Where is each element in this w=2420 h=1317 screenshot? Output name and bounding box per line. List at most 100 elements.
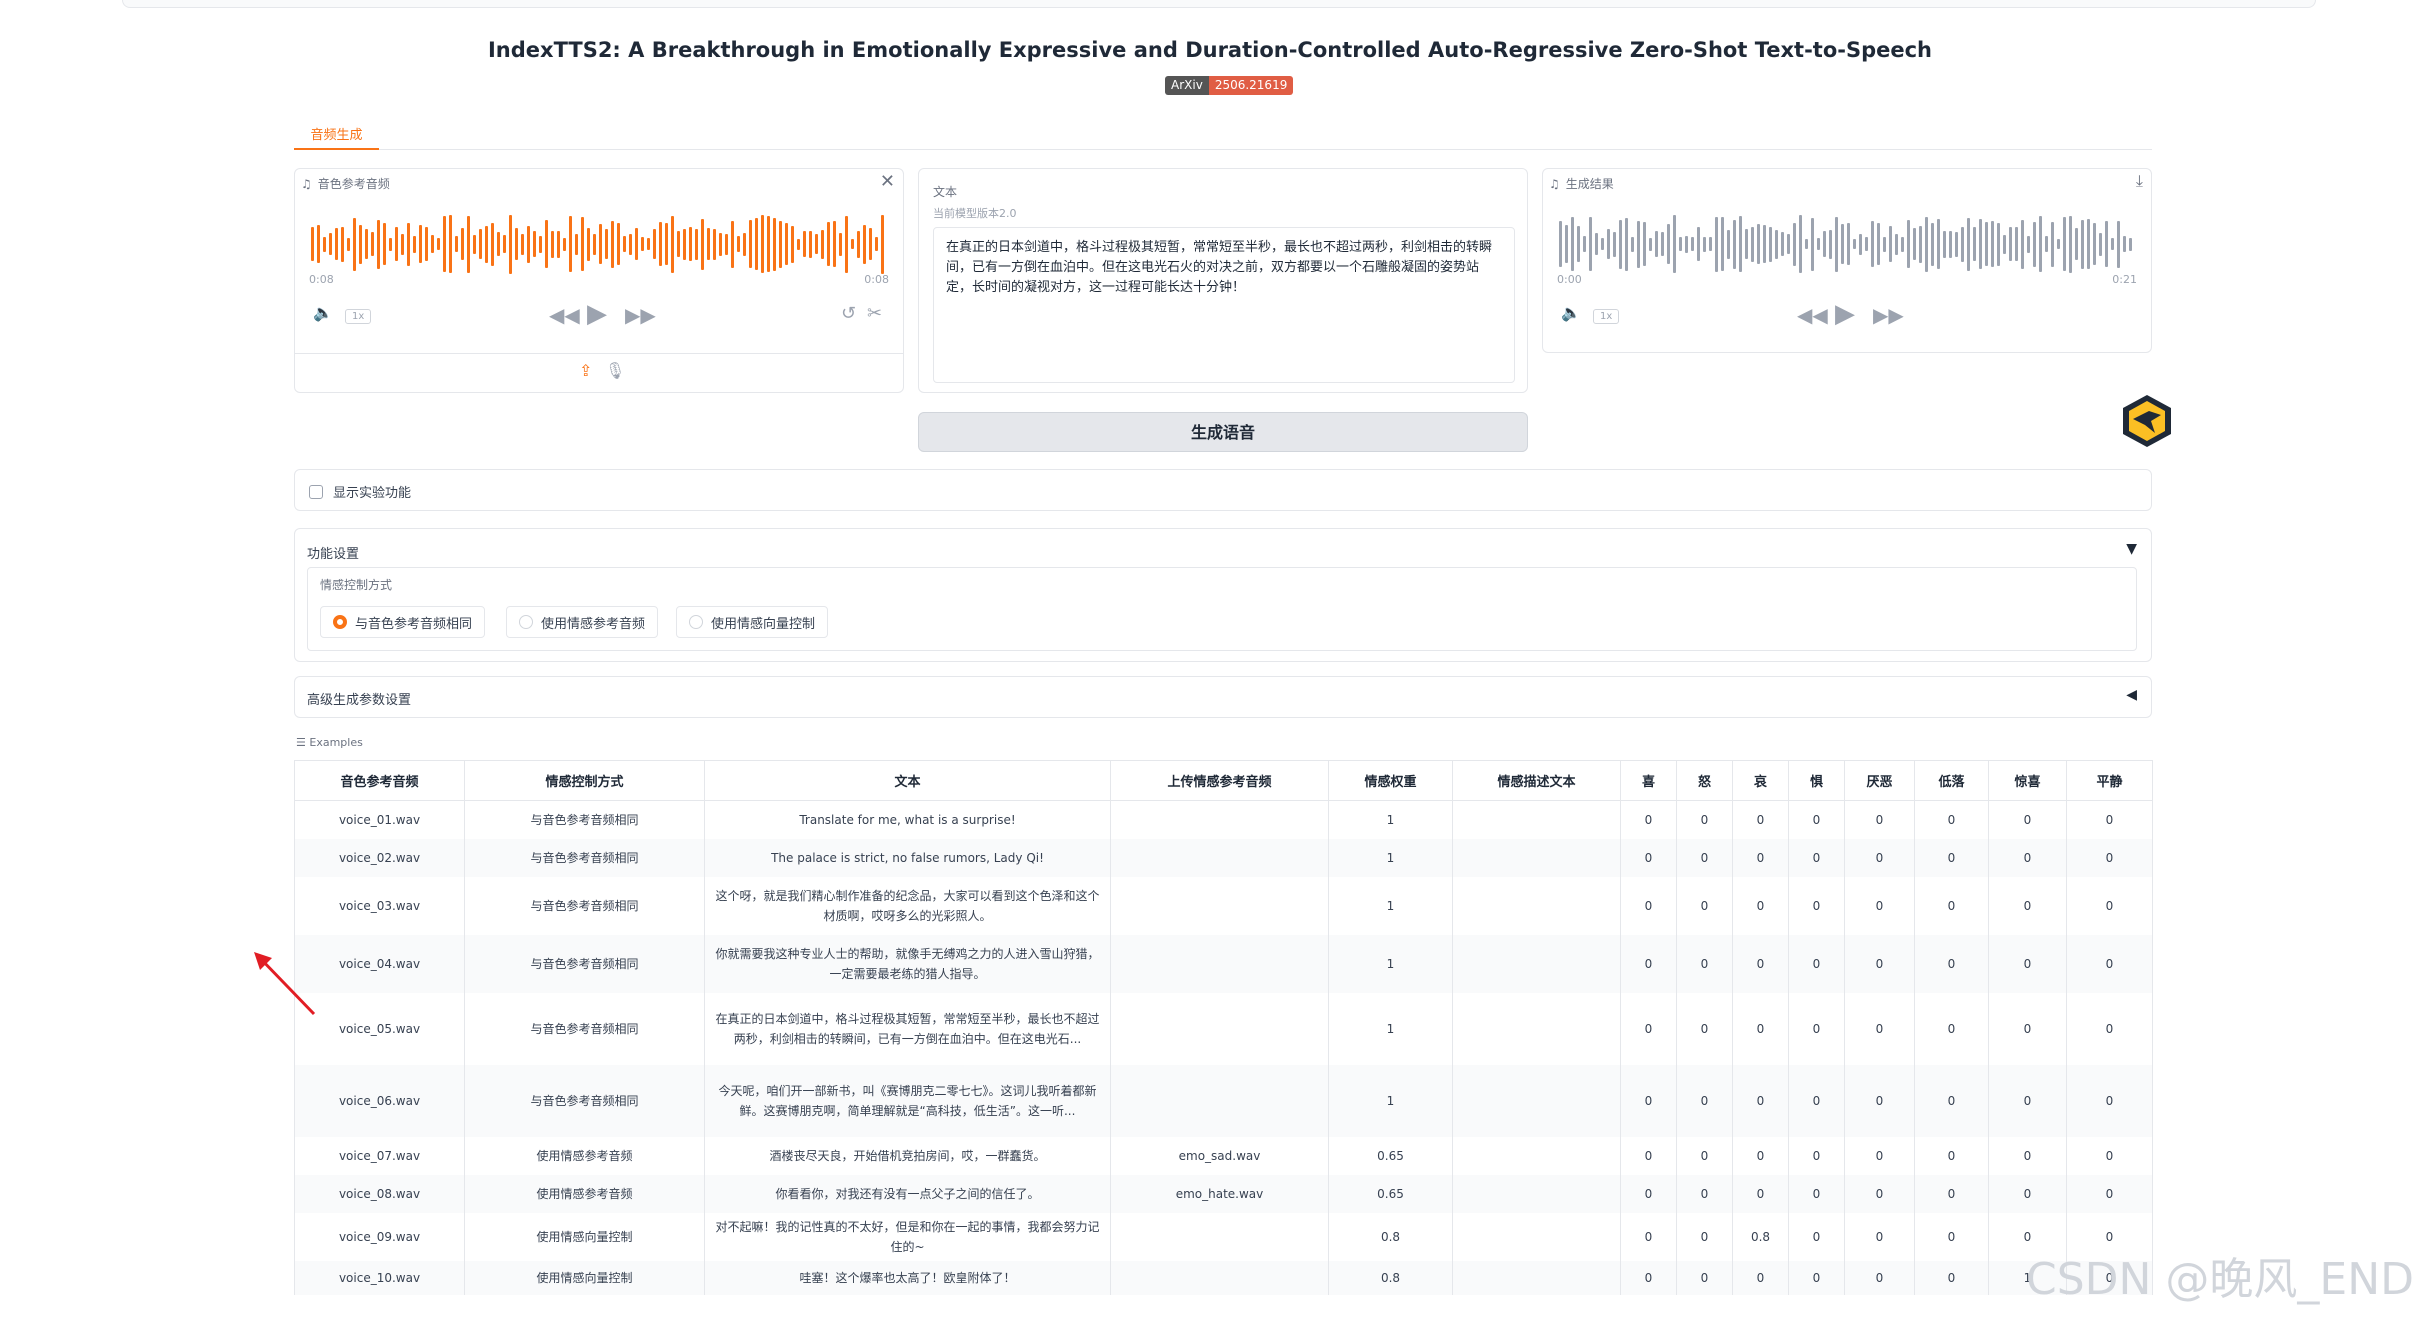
table-row[interactable]: voice_09.wav 使用情感向量控制 对不起嘛！我的记性真的不太好，但是和你在… xyxy=(294,1212,2153,1261)
generate-button[interactable]: 生成语音 xyxy=(918,412,1528,452)
waveform-bar xyxy=(665,223,668,265)
table-cell: 0 xyxy=(1914,934,1989,993)
close-icon[interactable]: ✕ xyxy=(880,171,895,192)
column-header[interactable]: 哀 xyxy=(1732,760,1789,801)
collapse-icon[interactable]: ▼ xyxy=(2126,541,2137,557)
table-cell: 0 xyxy=(1788,1212,1845,1261)
table-cell: 0 xyxy=(2066,1064,2153,1137)
undo-icon[interactable]: ↺ xyxy=(841,303,856,324)
arxiv-badge[interactable]: ArXiv 2506.21619 xyxy=(1165,76,1294,95)
waveform-bar xyxy=(1841,224,1844,264)
column-header[interactable]: 怒 xyxy=(1676,760,1733,801)
column-header[interactable]: 平静 xyxy=(2066,760,2153,801)
rewind-icon[interactable]: ◀◀ xyxy=(549,303,580,327)
watermark: CSDN @晚风_END xyxy=(2025,1254,2414,1305)
column-header[interactable]: 惊喜 xyxy=(1988,760,2067,801)
ref-speed-button[interactable]: 1x xyxy=(345,309,372,324)
column-header[interactable]: 低落 xyxy=(1914,760,1989,801)
expand-icon[interactable]: ◀ xyxy=(2126,687,2137,703)
table-cell: 0 xyxy=(1844,992,1915,1065)
table-row[interactable]: voice_06.wav 与音色参考音频相同 今天呢，咱们开一部新书，叫《赛博朋克二… xyxy=(294,1064,2153,1137)
table-row[interactable]: voice_04.wav 与音色参考音频相同 你就需要我这种专业人士的帮助，就像手无… xyxy=(294,934,2153,993)
table-row[interactable]: voice_07.wav 使用情感参考音频 酒楼丧尽天良，开始借机竞拍房间，哎，一群… xyxy=(294,1136,2153,1175)
waveform-bar xyxy=(593,233,596,255)
upload-icon[interactable]: ⇪ xyxy=(579,361,592,380)
settings-label[interactable]: 功能设置 xyxy=(307,543,359,562)
table-cell: 你看看你，对我还有没有一点父子之间的信任了。 xyxy=(704,1174,1111,1213)
table-cell: 0 xyxy=(1676,1260,1733,1295)
radio-unselected[interactable] xyxy=(519,615,533,629)
column-header[interactable]: 文本 xyxy=(704,760,1111,801)
table-cell: 1 xyxy=(1328,876,1453,935)
play-icon[interactable]: ▶ xyxy=(1835,299,1855,329)
experimental-toggle-row[interactable]: 显示实验功能 xyxy=(294,469,2152,511)
table-cell: voice_03.wav xyxy=(294,876,465,935)
table-header-row: 音色参考音频 情感控制方式 文本 上传情感参考音频 情感权重 情感描述文本喜怒哀惧厌恶 低落… xyxy=(294,760,2153,801)
table-row[interactable]: voice_03.wav 与音色参考音频相同 这个呀，就是我们精心制作准备的纪念品，… xyxy=(294,876,2153,935)
waveform-bar xyxy=(509,214,512,274)
text-input[interactable]: 在真正的日本剑道中，格斗过程极其短暂，常常短至半秒，最长也不超过两秒，利剑相击的… xyxy=(933,227,1515,383)
waveform-bar xyxy=(881,214,884,274)
table-cell: 与音色参考音频相同 xyxy=(464,876,705,935)
waveform-bar xyxy=(761,215,764,273)
download-icon[interactable]: ⤓ xyxy=(2136,171,2143,191)
rewind-icon[interactable]: ◀◀ xyxy=(1797,303,1828,327)
volume-icon[interactable]: 🔈 xyxy=(313,303,333,322)
waveform-bar xyxy=(1853,239,1856,249)
play-icon[interactable]: ▶ xyxy=(587,299,607,329)
table-cell: voice_09.wav xyxy=(294,1212,465,1261)
emotion-option-reference[interactable]: 使用情感参考音频 xyxy=(506,606,659,638)
waveform-bar xyxy=(479,229,482,259)
table-row[interactable]: voice_02.wav 与音色参考音频相同 The palace is stric… xyxy=(294,838,2153,877)
column-header[interactable]: 情感描述文本 xyxy=(1452,760,1621,801)
table-cell: 0 xyxy=(1788,992,1845,1065)
waveform-bar xyxy=(1961,226,1964,262)
table-cell: 0 xyxy=(1620,1260,1677,1295)
column-header[interactable]: 惧 xyxy=(1788,760,1845,801)
table-cell: 0 xyxy=(1914,1136,1989,1175)
result-speed-button[interactable]: 1x xyxy=(1593,309,1620,324)
waveform-bar xyxy=(713,228,716,260)
radio-unselected[interactable] xyxy=(689,615,703,629)
page-title: IndexTTS2: A Breakthrough in Emotionally… xyxy=(487,38,1933,62)
table-cell: 0 xyxy=(1988,838,2067,877)
microphone-icon[interactable]: 🎙 xyxy=(605,361,625,380)
table-cell: 0 xyxy=(1620,1064,1677,1137)
ref-waveform[interactable] xyxy=(311,209,887,279)
table-cell xyxy=(1110,1064,1329,1137)
table-row[interactable]: voice_10.wav 使用情感向量控制 哇塞！这个爆率也太高了！欧皇附体了！ 0.… xyxy=(294,1260,2153,1295)
experimental-checkbox[interactable] xyxy=(309,484,323,499)
table-cell: 0 xyxy=(1788,1136,1845,1175)
trim-icon[interactable]: ✂ xyxy=(867,303,882,324)
waveform-bar xyxy=(527,225,530,263)
forward-icon[interactable]: ▶▶ xyxy=(1873,303,1904,327)
table-row[interactable]: voice_08.wav 使用情感参考音频 你看看你，对我还有没有一点父子之间的信任… xyxy=(294,1174,2153,1213)
table-row[interactable]: voice_01.wav 与音色参考音频相同 Translate for me, w… xyxy=(294,800,2153,839)
forward-icon[interactable]: ▶▶ xyxy=(625,303,656,327)
column-header[interactable]: 厌恶 xyxy=(1844,760,1915,801)
result-waveform[interactable] xyxy=(1559,209,2135,279)
radio-selected[interactable] xyxy=(333,615,347,629)
column-header[interactable]: 喜 xyxy=(1620,760,1677,801)
table-cell: 0 xyxy=(1676,800,1733,839)
tab-audio-generation[interactable]: 音频生成 xyxy=(294,118,379,150)
table-cell: The palace is strict, no false rumors, L… xyxy=(704,838,1111,877)
waveform-bar xyxy=(437,238,440,250)
table-cell: 0 xyxy=(1988,1064,2067,1137)
waveform-bar xyxy=(1625,217,1628,271)
emotion-option-vector[interactable]: 使用情感向量控制 xyxy=(676,606,829,638)
waveform-bar xyxy=(533,231,536,257)
waveform-bar xyxy=(755,218,758,270)
advanced-accordion[interactable]: 高级生成参数设置 ◀ xyxy=(294,676,2152,718)
waveform-bar xyxy=(1727,229,1730,259)
column-header[interactable]: 情感权重 xyxy=(1328,760,1453,801)
waveform-bar xyxy=(389,237,392,251)
waveform-bar xyxy=(635,228,638,260)
emotion-option-same[interactable]: 与音色参考音频相同 xyxy=(320,606,486,638)
column-header[interactable]: 上传情感参考音频 xyxy=(1110,760,1329,801)
volume-icon[interactable]: 🔈 xyxy=(1561,303,1581,322)
column-header[interactable]: 音色参考音频 xyxy=(294,760,465,801)
waveform-bar xyxy=(605,229,608,259)
column-header[interactable]: 情感控制方式 xyxy=(464,760,705,801)
table-row[interactable]: voice_05.wav 与音色参考音频相同 在真正的日本剑道中，格斗过程极其短暂，… xyxy=(294,992,2153,1065)
